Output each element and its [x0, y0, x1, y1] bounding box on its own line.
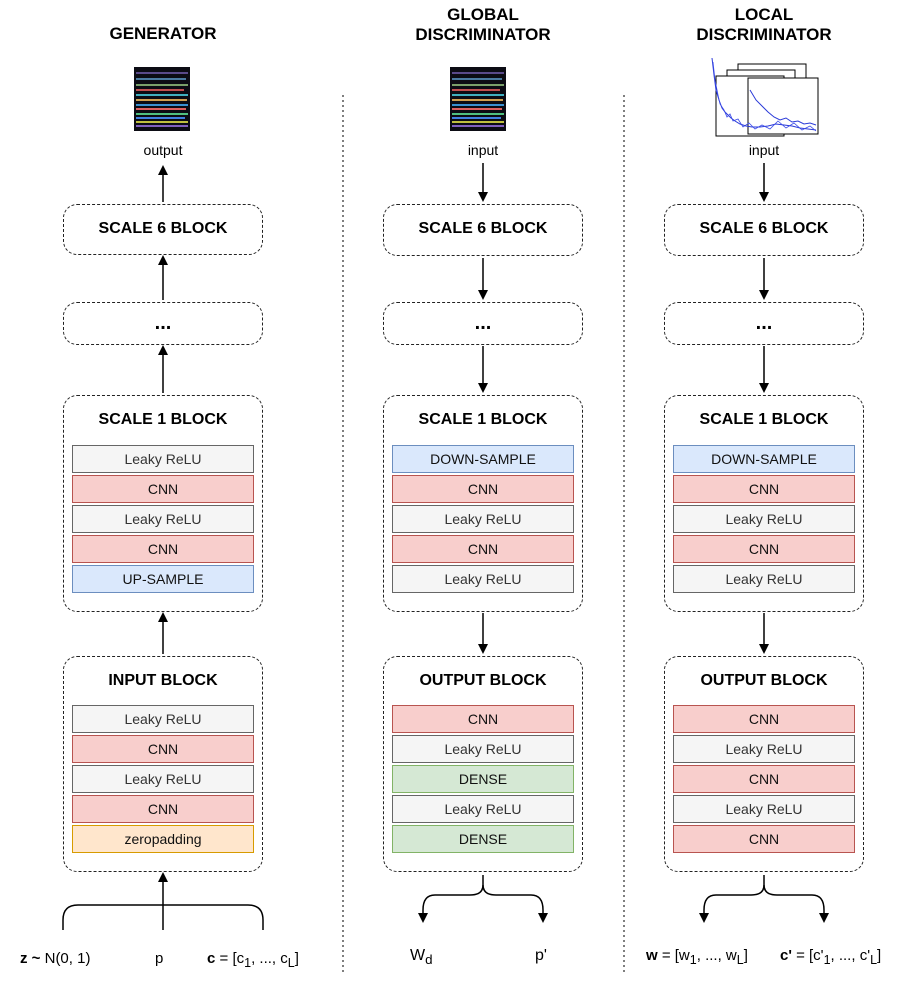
generated-spectrogram-thumbnail [134, 67, 190, 131]
layer-cnn: CNN [673, 825, 855, 853]
local-disc-title: LOCAL DISCRIMINATOR [696, 5, 832, 44]
layer-zeropadding: zeropadding [72, 825, 254, 853]
global-disc-scale1-block: SCALE 1 BLOCK DOWN-SAMPLE CNN Leaky ReLU… [383, 395, 583, 612]
block-title: SCALE 6 BLOCK [98, 220, 228, 237]
local-input-spectra-stack [711, 57, 819, 137]
layer-dense: DENSE [392, 825, 574, 853]
layer-cnn: CNN [72, 735, 254, 763]
generator-input-block: INPUT BLOCK Leaky ReLU CNN Leaky ReLU CN… [63, 656, 263, 872]
layer-cnn: CNN [392, 475, 574, 503]
ellipsis: ... [755, 312, 773, 334]
global-disc-title: GLOBAL DISCRIMINATOR [415, 5, 551, 44]
layer-cnn: CNN [673, 765, 855, 793]
block-title: SCALE 6 BLOCK [418, 220, 548, 237]
generator-scale6-block: SCALE 6 BLOCK [63, 204, 263, 255]
wasserstein-output-label: Wd [410, 947, 433, 968]
layer-cnn: CNN [72, 475, 254, 503]
layer-leaky-relu: Leaky ReLU [72, 765, 254, 793]
local-disc-scale1-block: SCALE 1 BLOCK DOWN-SAMPLE CNN Leaky ReLU… [664, 395, 864, 612]
layer-leaky-relu: Leaky ReLU [673, 505, 855, 533]
generator-intermediate-blocks: ... [63, 302, 263, 345]
global-disc-scale6-block: SCALE 6 BLOCK [383, 204, 583, 256]
layer-leaky-relu: Leaky ReLU [673, 735, 855, 763]
layer-leaky-relu: Leaky ReLU [72, 445, 254, 473]
block-title: SCALE 1 BLOCK [98, 411, 228, 428]
local-disc-intermediate-blocks: ... [664, 302, 864, 345]
ellipsis: ... [474, 312, 492, 334]
layer-cnn: CNN [392, 535, 574, 563]
layer-leaky-relu: Leaky ReLU [72, 505, 254, 533]
global-disc-input-caption: input [467, 142, 499, 158]
layer-cnn: CNN [72, 535, 254, 563]
position-input-label: p [155, 950, 164, 967]
ellipsis: ... [154, 312, 172, 334]
block-title: SCALE 6 BLOCK [699, 220, 829, 237]
block-title: SCALE 1 BLOCK [699, 411, 829, 428]
global-disc-output-block: OUTPUT BLOCK CNN Leaky ReLU DENSE Leaky … [383, 656, 583, 872]
layer-cnn: CNN [392, 705, 574, 733]
layer-leaky-relu: Leaky ReLU [392, 565, 574, 593]
layer-leaky-relu: Leaky ReLU [392, 735, 574, 763]
layer-cnn: CNN [673, 535, 855, 563]
latent-noise-label: z ~ N(0, 1) [20, 950, 91, 967]
position-prediction-label: p' [535, 947, 547, 964]
generator-scale1-block: SCALE 1 BLOCK Leaky ReLU CNN Leaky ReLU … [63, 395, 263, 612]
block-title: OUTPUT BLOCK [419, 672, 547, 689]
layer-leaky-relu: Leaky ReLU [392, 505, 574, 533]
generator-title: GENERATOR [109, 24, 217, 43]
layer-leaky-relu: Leaky ReLU [673, 565, 855, 593]
block-title: INPUT BLOCK [108, 672, 218, 689]
layer-cnn: CNN [673, 475, 855, 503]
layer-up-sample: UP-SAMPLE [72, 565, 254, 593]
condition-input-label: c = [c1, ..., cL] [207, 950, 299, 970]
local-condition-output-label: c' = [c'1, ..., c'L] [780, 947, 882, 967]
local-disc-scale6-block: SCALE 6 BLOCK [664, 204, 864, 256]
layer-leaky-relu: Leaky ReLU [392, 795, 574, 823]
layer-down-sample: DOWN-SAMPLE [673, 445, 855, 473]
layer-cnn: CNN [673, 705, 855, 733]
block-title: SCALE 1 BLOCK [418, 411, 548, 428]
layer-down-sample: DOWN-SAMPLE [392, 445, 574, 473]
layer-dense: DENSE [392, 765, 574, 793]
layer-leaky-relu: Leaky ReLU [673, 795, 855, 823]
local-disc-input-caption: input [748, 142, 780, 158]
global-input-spectrogram-thumbnail [450, 67, 506, 131]
generator-output-caption: output [143, 142, 183, 158]
block-title: OUTPUT BLOCK [700, 672, 828, 689]
layer-leaky-relu: Leaky ReLU [72, 705, 254, 733]
global-disc-intermediate-blocks: ... [383, 302, 583, 345]
local-disc-output-block: OUTPUT BLOCK CNN Leaky ReLU CNN Leaky Re… [664, 656, 864, 872]
local-weights-output-label: w = [w1, ..., wL] [646, 947, 748, 967]
layer-cnn: CNN [72, 795, 254, 823]
